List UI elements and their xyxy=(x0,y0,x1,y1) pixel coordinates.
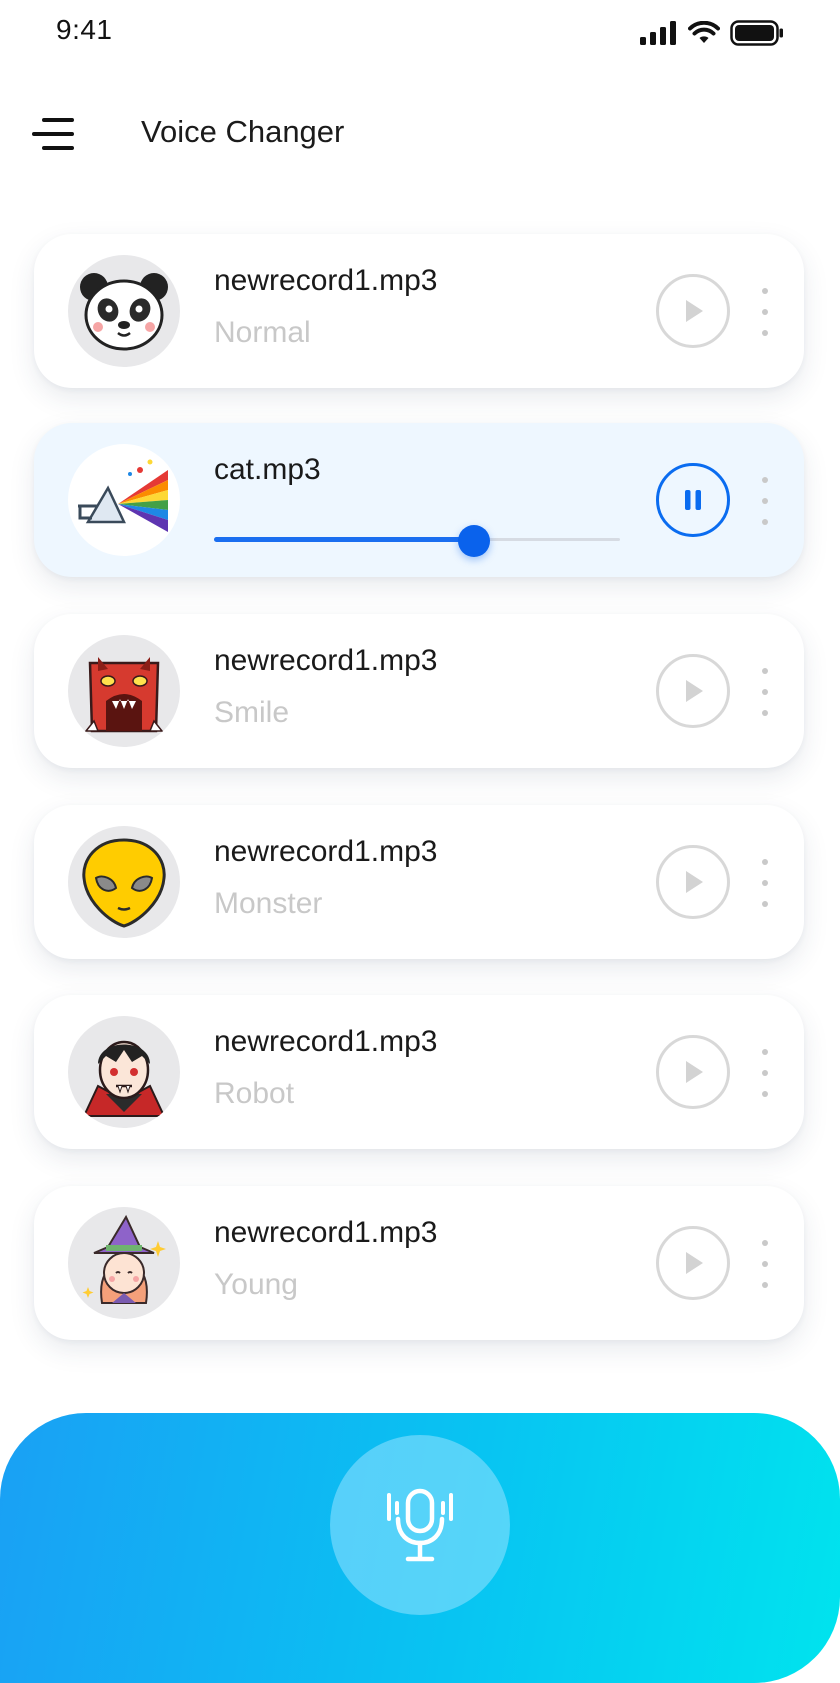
file-name: newrecord1.mp3 xyxy=(214,1216,438,1249)
more-options-button[interactable] xyxy=(758,282,772,342)
play-icon xyxy=(686,1252,703,1274)
panda-icon xyxy=(68,255,180,367)
play-icon xyxy=(686,680,703,702)
file-name: newrecord1.mp3 xyxy=(214,264,438,297)
cellular-signal-icon xyxy=(640,21,676,45)
battery-icon xyxy=(730,20,783,46)
file-name: newrecord1.mp3 xyxy=(214,835,438,868)
play-button[interactable] xyxy=(656,274,730,348)
red-monster-icon xyxy=(68,635,180,747)
dot xyxy=(762,710,768,716)
dot xyxy=(762,689,768,695)
more-options-button[interactable] xyxy=(758,1234,772,1294)
dot xyxy=(762,1091,768,1097)
recording-row-active[interactable]: cat.mp3 xyxy=(34,423,804,577)
wifi-icon xyxy=(688,21,720,43)
dot xyxy=(762,477,768,483)
recording-row[interactable]: newrecord1.mp3 Smile xyxy=(34,614,804,768)
more-options-button[interactable] xyxy=(758,1043,772,1103)
dot xyxy=(762,1070,768,1076)
dot xyxy=(762,1282,768,1288)
recording-row[interactable]: newrecord1.mp3 Normal xyxy=(34,234,804,388)
play-button[interactable] xyxy=(656,654,730,728)
more-options-button[interactable] xyxy=(758,471,772,531)
play-icon xyxy=(686,300,703,322)
alien-icon xyxy=(68,826,180,938)
dot xyxy=(762,859,768,865)
play-button[interactable] xyxy=(656,845,730,919)
prism-rainbow-icon xyxy=(68,444,180,556)
dot xyxy=(762,330,768,336)
recording-row[interactable]: newrecord1.mp3 Young xyxy=(34,1186,804,1340)
pause-icon xyxy=(685,490,701,510)
dot xyxy=(762,880,768,886)
dot xyxy=(762,1240,768,1246)
file-name: newrecord1.mp3 xyxy=(214,1025,438,1058)
slider-fill xyxy=(214,537,474,542)
effect-name: Smile xyxy=(214,696,290,729)
status-icons xyxy=(640,20,784,46)
effect-name: Young xyxy=(214,1268,298,1301)
witch-girl-icon xyxy=(68,1207,180,1319)
effect-name: Monster xyxy=(214,887,323,920)
recording-row[interactable]: newrecord1.mp3 Monster xyxy=(34,805,804,959)
effect-name: Robot xyxy=(214,1077,295,1110)
dot xyxy=(762,288,768,294)
dot xyxy=(762,519,768,525)
page-title: Voice Changer xyxy=(141,114,345,149)
more-options-button[interactable] xyxy=(758,662,772,722)
dot xyxy=(762,901,768,907)
play-icon xyxy=(686,1061,703,1083)
dot xyxy=(762,668,768,674)
dot xyxy=(762,498,768,504)
play-button[interactable] xyxy=(656,1226,730,1300)
recording-row[interactable]: newrecord1.mp3 Robot xyxy=(34,995,804,1149)
menu-button[interactable] xyxy=(30,112,78,156)
dot xyxy=(762,1049,768,1055)
file-name: cat.mp3 xyxy=(214,453,321,486)
dot xyxy=(762,309,768,315)
microphone-icon xyxy=(387,1488,453,1562)
pause-button[interactable] xyxy=(656,463,730,537)
dot xyxy=(762,1261,768,1267)
play-button[interactable] xyxy=(656,1035,730,1109)
record-button[interactable] xyxy=(330,1435,510,1615)
play-icon xyxy=(686,871,703,893)
playback-progress-slider[interactable] xyxy=(214,525,620,557)
app-screen: 9:41 Voice Changer newrecord1.mp3 Normal… xyxy=(0,0,840,1683)
effect-name: Normal xyxy=(214,316,311,349)
more-options-button[interactable] xyxy=(758,853,772,913)
slider-thumb[interactable] xyxy=(457,525,490,557)
file-name: newrecord1.mp3 xyxy=(214,644,438,677)
status-time: 9:41 xyxy=(56,14,113,45)
hamburger-menu-icon xyxy=(32,118,74,150)
vampire-icon xyxy=(68,1016,180,1128)
